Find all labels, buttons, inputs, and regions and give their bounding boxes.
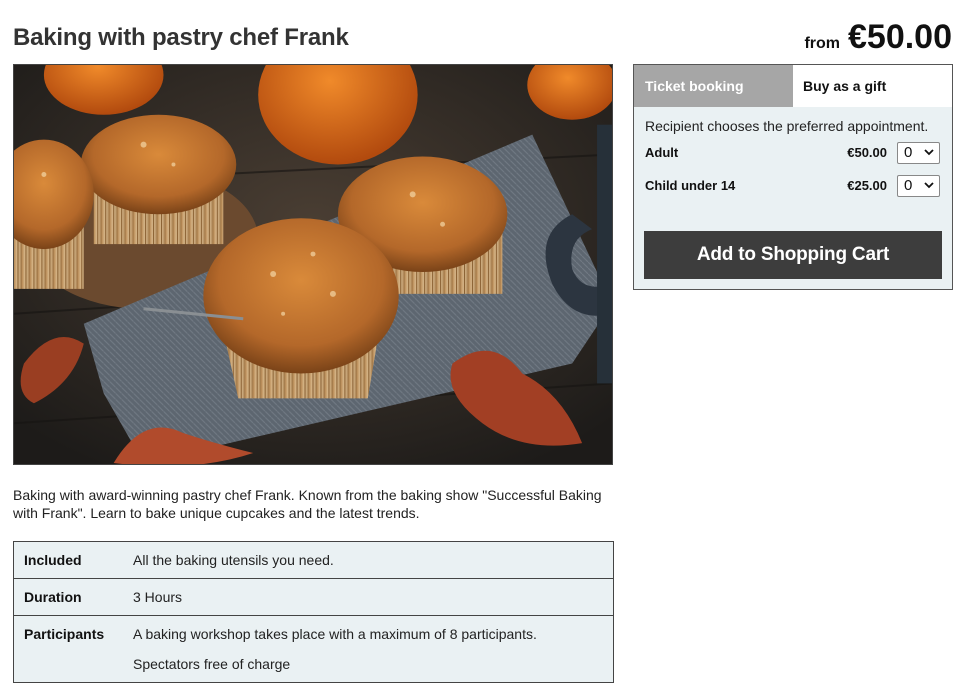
details-value-text: 3 Hours (133, 589, 183, 605)
details-value: A baking workshop takes place with a max… (133, 616, 613, 682)
details-value-text: All the baking utensils you need. (133, 552, 334, 568)
quantity-select-adult[interactable]: 0 (897, 141, 940, 164)
details-value: All the baking utensils you need. (133, 542, 613, 578)
chevron-down-icon (924, 149, 934, 156)
price-prefix: from (804, 35, 840, 52)
chevron-down-icon (924, 182, 934, 189)
details-row-duration: Duration 3 Hours (14, 579, 613, 616)
add-to-cart-button[interactable]: Add to Shopping Cart (644, 231, 942, 279)
ticket-price: €50.00 (847, 145, 887, 160)
ticket-name: Adult (645, 145, 679, 160)
ticket-price: €25.00 (847, 178, 887, 193)
tab-buy-as-gift[interactable]: Buy as a gift (793, 65, 952, 107)
ticket-row-child: Child under 14 €25.00 0 (634, 169, 952, 202)
details-label: Participants (24, 626, 105, 642)
ticket-list: Adult €50.00 0 Child under 14 €25.00 0 (634, 136, 952, 202)
booking-tabs: Ticket booking Buy as a gift (634, 65, 952, 107)
quantity-value: 0 (904, 177, 913, 194)
details-row-included: Included All the baking utensils you nee… (14, 542, 613, 579)
details-value-text: A baking workshop takes place with a max… (133, 626, 537, 642)
product-description: Baking with award-winning pastry chef Fr… (13, 487, 602, 521)
details-value: 3 Hours (133, 579, 613, 615)
ticket-name: Child under 14 (645, 178, 736, 193)
details-value-text: Spectators free of charge (133, 656, 291, 672)
ticket-row-adult: Adult €50.00 0 (634, 136, 952, 169)
details-label: Included (24, 552, 82, 568)
price-amount: €50.00 (848, 18, 952, 56)
booking-note: Recipient chooses the preferred appointm… (645, 118, 929, 134)
page-title: Baking with pastry chef Frank (13, 24, 349, 51)
booking-panel: Ticket booking Buy as a gift Recipient c… (633, 64, 953, 290)
quantity-value: 0 (904, 144, 913, 161)
tab-ticket-booking[interactable]: Ticket booking (634, 65, 793, 107)
price-header: from €50.00 (804, 18, 952, 57)
product-photo (13, 64, 613, 465)
details-table: Included All the baking utensils you nee… (13, 541, 614, 683)
details-row-participants: Participants A baking workshop takes pla… (14, 616, 613, 682)
quantity-select-child[interactable]: 0 (897, 174, 940, 197)
details-label: Duration (24, 589, 82, 605)
muffins-image (14, 65, 612, 464)
